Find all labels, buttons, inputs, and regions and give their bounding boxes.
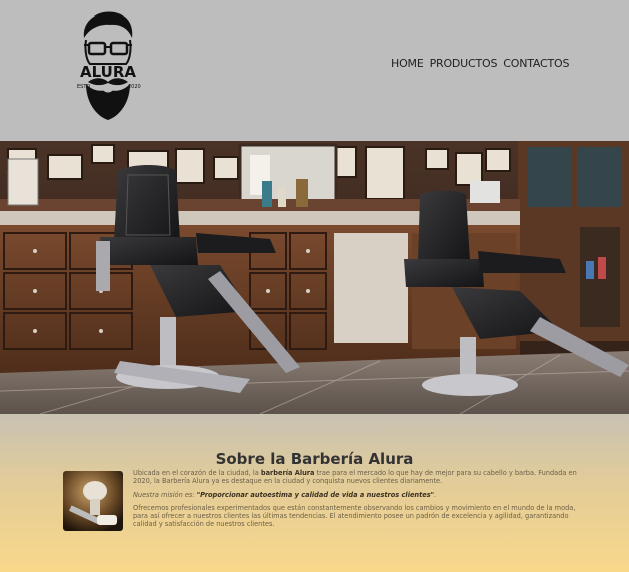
about-text: Ubicada en el corazón de la ciudad, la b… xyxy=(133,469,578,535)
site-header: ALURA ESTD 2020 HOME PRODUCTOS CONTACTOS xyxy=(0,0,629,141)
about-p1-pre: Ubicada en el corazón de la ciudad, la xyxy=(133,469,261,477)
about-section: Sobre la Barbería Alura Ubicada en el co… xyxy=(0,414,629,572)
about-title: Sobre la Barbería Alura xyxy=(215,450,414,469)
barber-shop-photo-icon xyxy=(0,141,629,414)
about-mission: Nuestra misión es: "Proporcionar autoest… xyxy=(133,490,578,500)
nav-productos-link[interactable]: PRODUCTOS xyxy=(430,57,498,70)
mission-label: Nuestra misión es: xyxy=(133,490,197,499)
main-nav: HOME PRODUCTOS CONTACTOS xyxy=(391,57,569,70)
about-paragraph-1: Ubicada en el corazón de la ciudad, la b… xyxy=(133,469,578,486)
about-p1-bold: barbería Alura xyxy=(260,469,315,477)
nav-home-link[interactable]: HOME xyxy=(391,57,424,70)
about-paragraph-3: Ofrecemos profesionales experimentados q… xyxy=(133,504,576,528)
bearded-man-logo-icon: ALURA ESTD 2020 xyxy=(77,11,141,120)
mission-text: "Proporcionar autoestima y calidad de vi… xyxy=(196,490,435,499)
shaving-brush-image xyxy=(63,471,123,531)
alura-logo[interactable]: ALURA ESTD 2020 xyxy=(72,10,144,122)
shaving-brush-icon xyxy=(63,471,123,531)
brand-name: ALURA xyxy=(80,63,136,81)
nav-contactos-link[interactable]: CONTACTOS xyxy=(503,57,569,70)
mission-end: . xyxy=(434,490,437,499)
barbershop-hero-image xyxy=(0,141,629,414)
